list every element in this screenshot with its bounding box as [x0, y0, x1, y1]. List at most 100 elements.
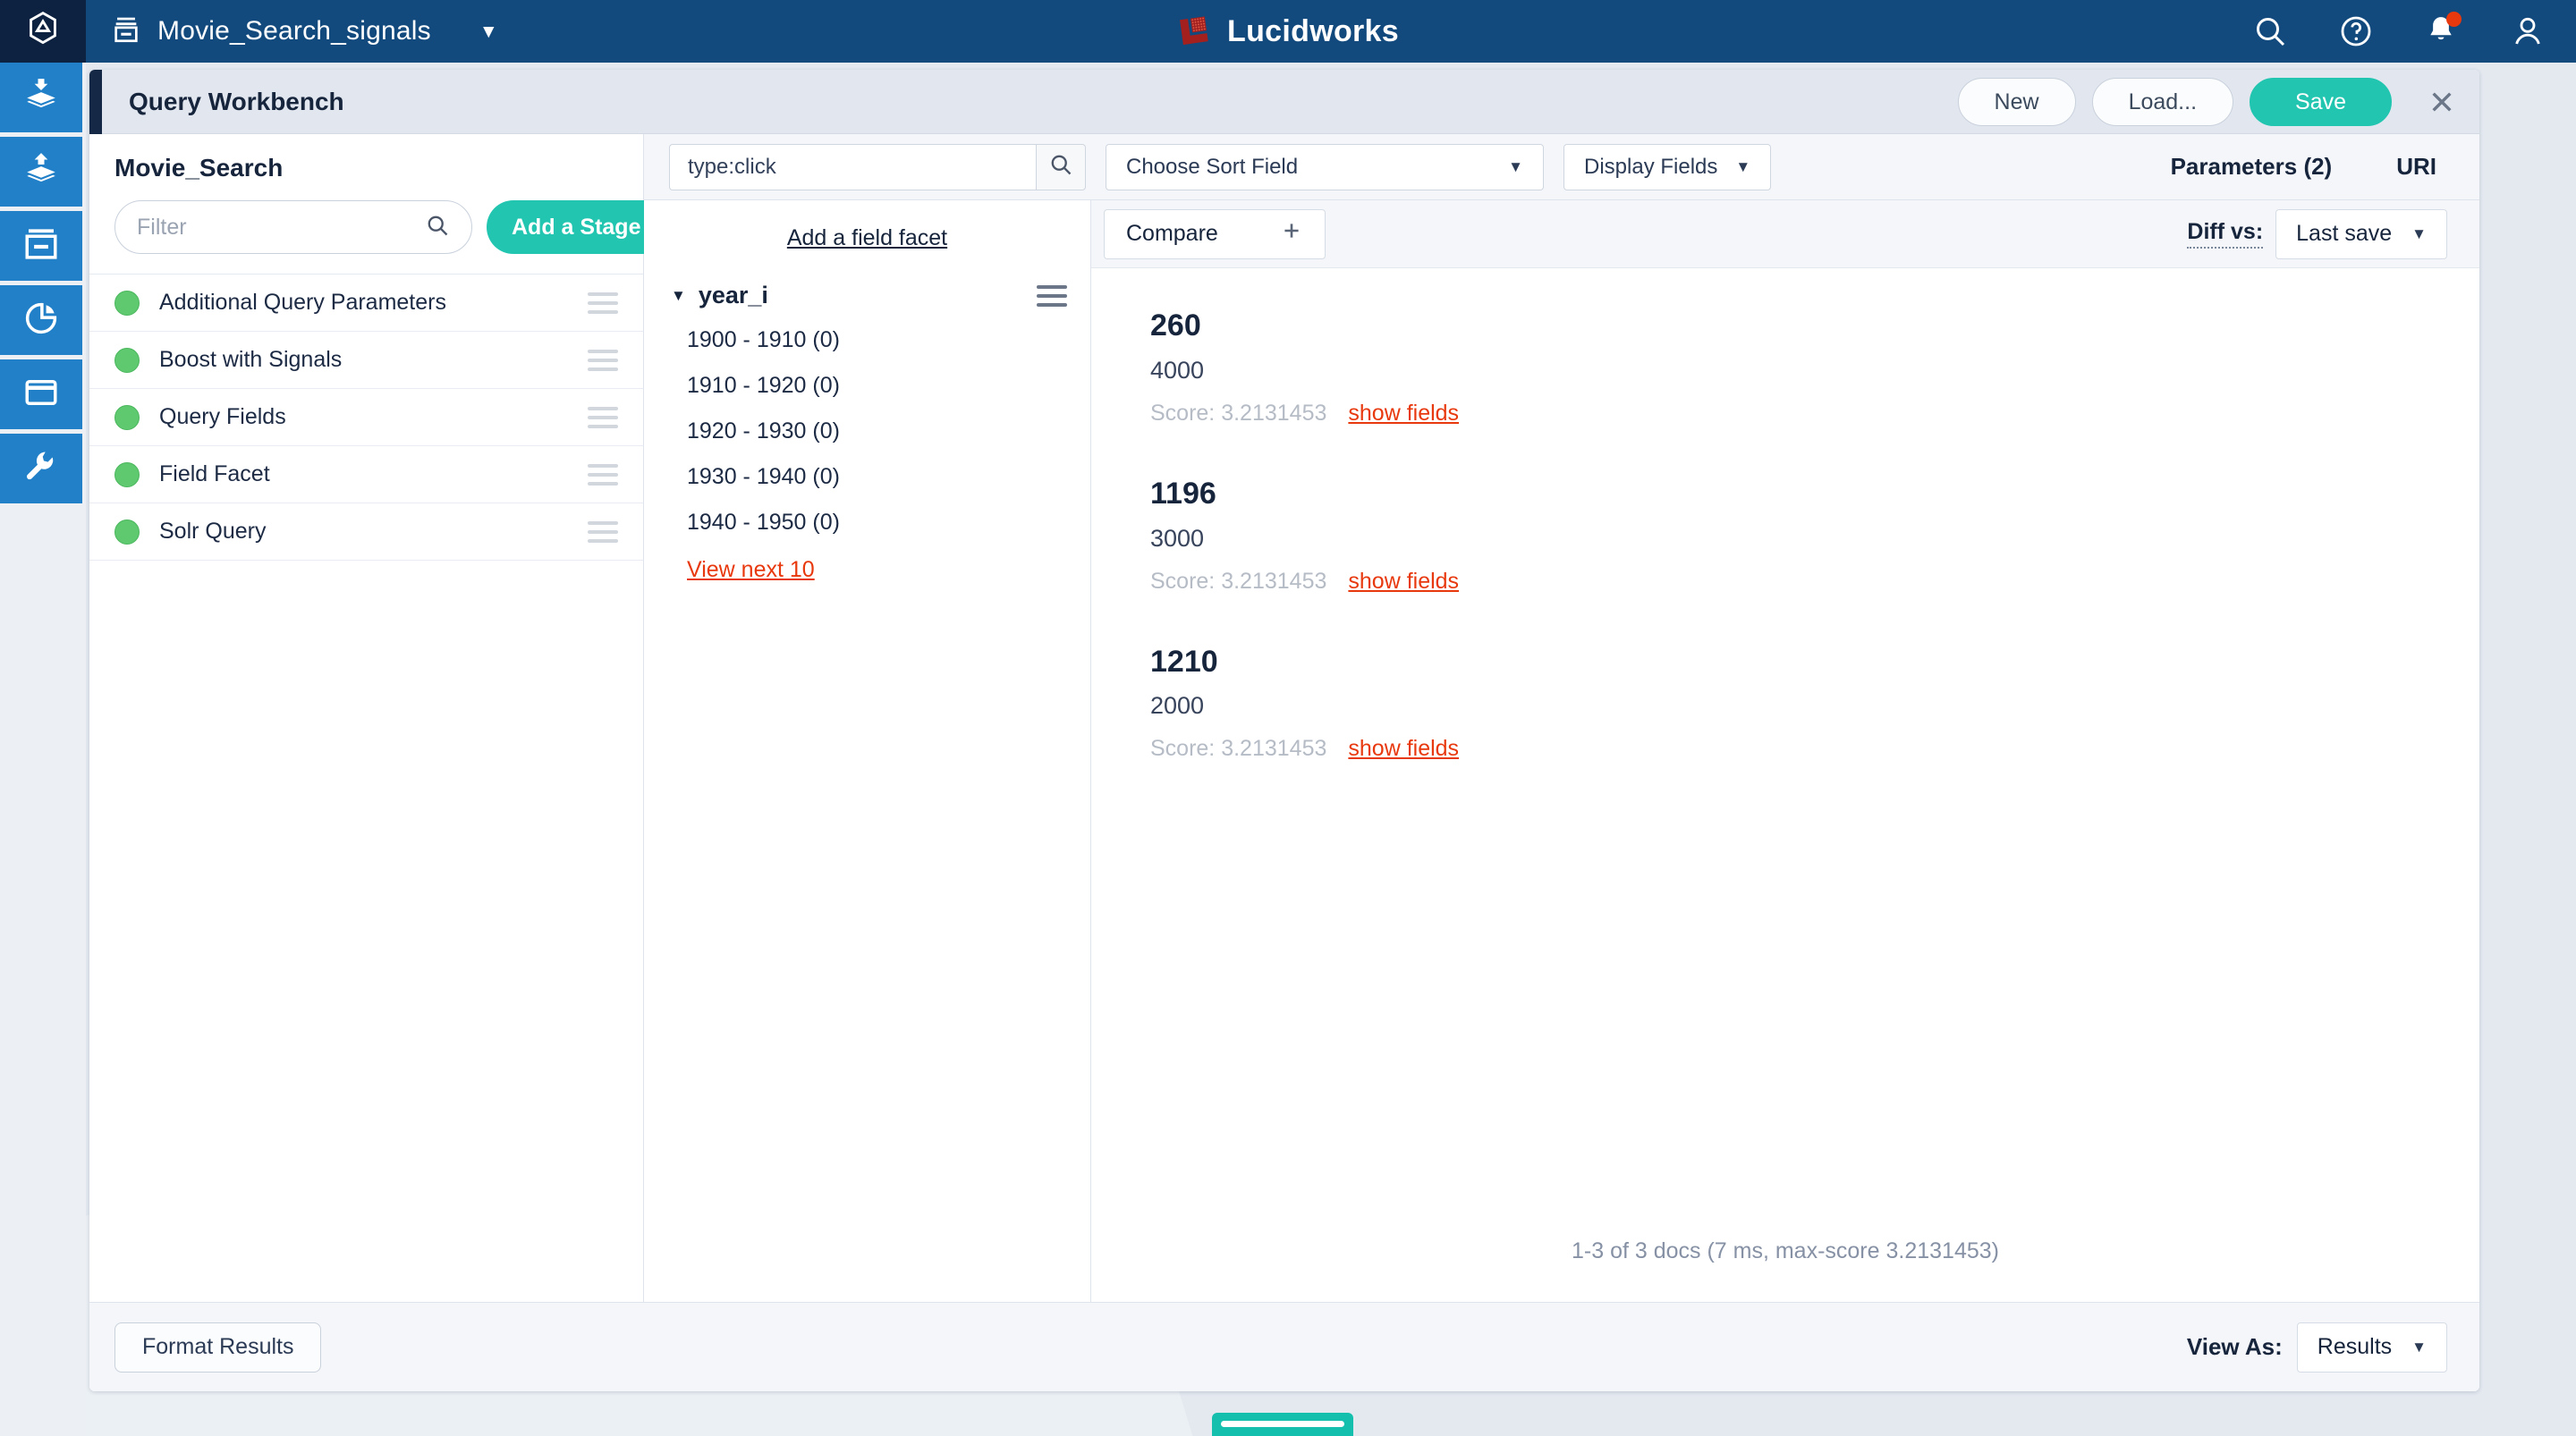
stage-row[interactable]: Boost with Signals — [89, 332, 643, 389]
drag-handle-icon[interactable] — [1037, 284, 1067, 307]
stage-status-indicator — [114, 519, 140, 545]
facet-value[interactable]: 1920 - 1930 (0) — [687, 420, 1090, 443]
compare-button[interactable]: Compare — [1104, 208, 1326, 259]
top-navigation-bar: Movie_Search_signals ▼ Lucidworks — [0, 0, 2576, 63]
workbench-body: Movie_Search Add a Stage ▼ — [89, 134, 2479, 1302]
sort-field-select[interactable]: Choose Sort Field ▼ — [1106, 143, 1544, 190]
save-button[interactable]: Save — [2250, 78, 2392, 126]
diff-target-select[interactable]: Last save ▼ — [2275, 208, 2447, 259]
help-circle-icon[interactable] — [2338, 13, 2374, 49]
bottom-drawer-handle[interactable] — [1212, 1413, 1353, 1436]
sort-field-label: Choose Sort Field — [1126, 154, 1299, 179]
app-window-icon — [22, 374, 60, 416]
rail-item-collections[interactable] — [0, 211, 82, 281]
search-input[interactable] — [669, 143, 1036, 190]
result-document[interactable]: 1196 3000 Score: 3.2131453 show fields — [1150, 476, 2479, 595]
view-as-select[interactable]: Results ▼ — [2296, 1322, 2447, 1373]
brand-name: Lucidworks — [1227, 13, 1399, 48]
wrench-tools-icon — [22, 448, 60, 490]
document-title: 260 — [1150, 308, 1201, 342]
display-fields-dropdown[interactable]: Display Fields ▼ — [1563, 143, 1772, 190]
query-layers-up-icon — [22, 151, 60, 193]
drag-handle-icon[interactable] — [588, 349, 618, 371]
add-field-facet-link[interactable]: Add a field facet — [644, 225, 1090, 282]
workbench-header-actions: New Load... Save — [1957, 70, 2462, 134]
show-fields-link[interactable]: show fields — [1348, 736, 1459, 762]
document-title: 1196 — [1150, 476, 1216, 511]
header-accent-bar — [89, 70, 102, 134]
search-icon[interactable] — [425, 213, 450, 242]
bell-icon[interactable] — [2424, 12, 2462, 49]
rail-item-querying[interactable] — [0, 137, 82, 207]
chevron-down-icon: ▼ — [1735, 158, 1751, 175]
drag-handle-icon[interactable] — [588, 463, 618, 486]
new-button[interactable]: New — [1957, 78, 2076, 126]
chevron-down-icon: ▼ — [1508, 158, 1523, 175]
view-as-label: View As: — [2186, 1333, 2283, 1360]
search-icon[interactable] — [2252, 13, 2288, 49]
rail-item-apps[interactable] — [0, 359, 82, 429]
facet-value[interactable]: 1930 - 1940 (0) — [687, 466, 1090, 488]
document-meta: Score: 3.2131453 show fields — [1150, 736, 2479, 762]
query-bar-right: Parameters (2) URI — [2171, 153, 2454, 181]
parameters-toggle[interactable]: Parameters (2) — [2171, 153, 2333, 181]
chevron-down-icon: ▼ — [2411, 225, 2427, 242]
plus-icon — [1280, 219, 1303, 249]
add-stage-label: Add a Stage — [512, 214, 641, 240]
facet-panel: Add a field facet ▼ year_i 1900 - 1910 (… — [644, 200, 1091, 1302]
uri-toggle[interactable]: URI — [2396, 153, 2436, 181]
notification-badge — [2446, 12, 2462, 27]
stage-status-indicator — [114, 404, 140, 430]
filter-input[interactable] — [137, 214, 425, 241]
close-icon[interactable] — [2422, 82, 2462, 122]
rail-item-devops[interactable] — [0, 434, 82, 503]
stage-status-indicator — [114, 461, 140, 487]
facet-value[interactable]: 1940 - 1950 (0) — [687, 511, 1090, 534]
drag-handle-icon[interactable] — [588, 406, 618, 428]
document-subtitle: 3000 — [1150, 524, 1205, 552]
stage-row[interactable]: Additional Query Parameters — [89, 275, 643, 332]
collections-box-icon — [22, 225, 60, 267]
result-document[interactable]: 1210 2000 Score: 3.2131453 show fields — [1150, 644, 2479, 763]
load-button[interactable]: Load... — [2091, 78, 2234, 126]
facet-value[interactable]: 1900 - 1910 (0) — [687, 329, 1090, 351]
drag-handle-icon[interactable] — [588, 520, 618, 543]
show-fields-link[interactable]: show fields — [1348, 569, 1459, 595]
facet-field-name: year_i — [698, 282, 768, 308]
user-account-icon[interactable] — [2510, 13, 2546, 49]
facet-value-list: 1900 - 1910 (0) 1910 - 1920 (0) 1920 - 1… — [644, 309, 1090, 583]
rail-item-analytics[interactable] — [0, 285, 82, 355]
collection-selector[interactable]: Movie_Search_signals ▼ — [86, 0, 498, 63]
document-meta: Score: 3.2131453 show fields — [1150, 569, 2479, 595]
stage-filter[interactable] — [114, 200, 472, 254]
show-fields-link[interactable]: show fields — [1348, 401, 1459, 427]
chevron-down-icon[interactable]: ▼ — [479, 22, 498, 41]
stage-label: Boost with Signals — [159, 347, 343, 372]
view-as-value: Results — [2317, 1334, 2393, 1359]
pipeline-stages-panel: Movie_Search Add a Stage ▼ — [89, 134, 694, 1302]
stages-controls: Add a Stage ▼ — [114, 200, 694, 254]
workbench-main: Choose Sort Field ▼ Display Fields ▼ Par… — [644, 134, 2479, 1302]
format-results-button[interactable]: Format Results — [114, 1322, 322, 1373]
chevron-down-icon[interactable]: ▼ — [671, 288, 686, 303]
home-button[interactable] — [0, 0, 86, 63]
left-icon-rail — [0, 63, 86, 1436]
drag-handle-icon[interactable] — [588, 291, 618, 314]
stage-list: Additional Query Parameters Boost with S… — [89, 274, 643, 561]
nav-actions — [2252, 0, 2546, 63]
facet-value[interactable]: 1910 - 1920 (0) — [687, 375, 1090, 397]
view-next-facets-link[interactable]: View next 10 — [687, 557, 1090, 583]
diff-vs-label: Diff vs: — [2187, 219, 2264, 249]
compare-bar: Compare Diff vs: Last save ▼ — [1091, 200, 2479, 268]
stage-row[interactable]: Solr Query — [89, 503, 643, 561]
workbench-lower: Add a field facet ▼ year_i 1900 - 1910 (… — [644, 200, 2479, 1302]
document-meta: Score: 3.2131453 show fields — [1150, 401, 2479, 427]
result-document[interactable]: 260 4000 Score: 3.2131453 show fields — [1150, 308, 2479, 427]
results-summary: 1-3 of 3 docs (7 ms, max-score 3.2131453… — [1091, 1238, 2479, 1302]
stage-status-indicator — [114, 347, 140, 373]
run-query-button[interactable] — [1036, 143, 1086, 190]
document-score: Score: 3.2131453 — [1150, 736, 1327, 762]
stage-row[interactable]: Field Facet — [89, 446, 643, 503]
stage-row[interactable]: Query Fields — [89, 389, 643, 446]
rail-item-indexing[interactable] — [0, 63, 82, 132]
